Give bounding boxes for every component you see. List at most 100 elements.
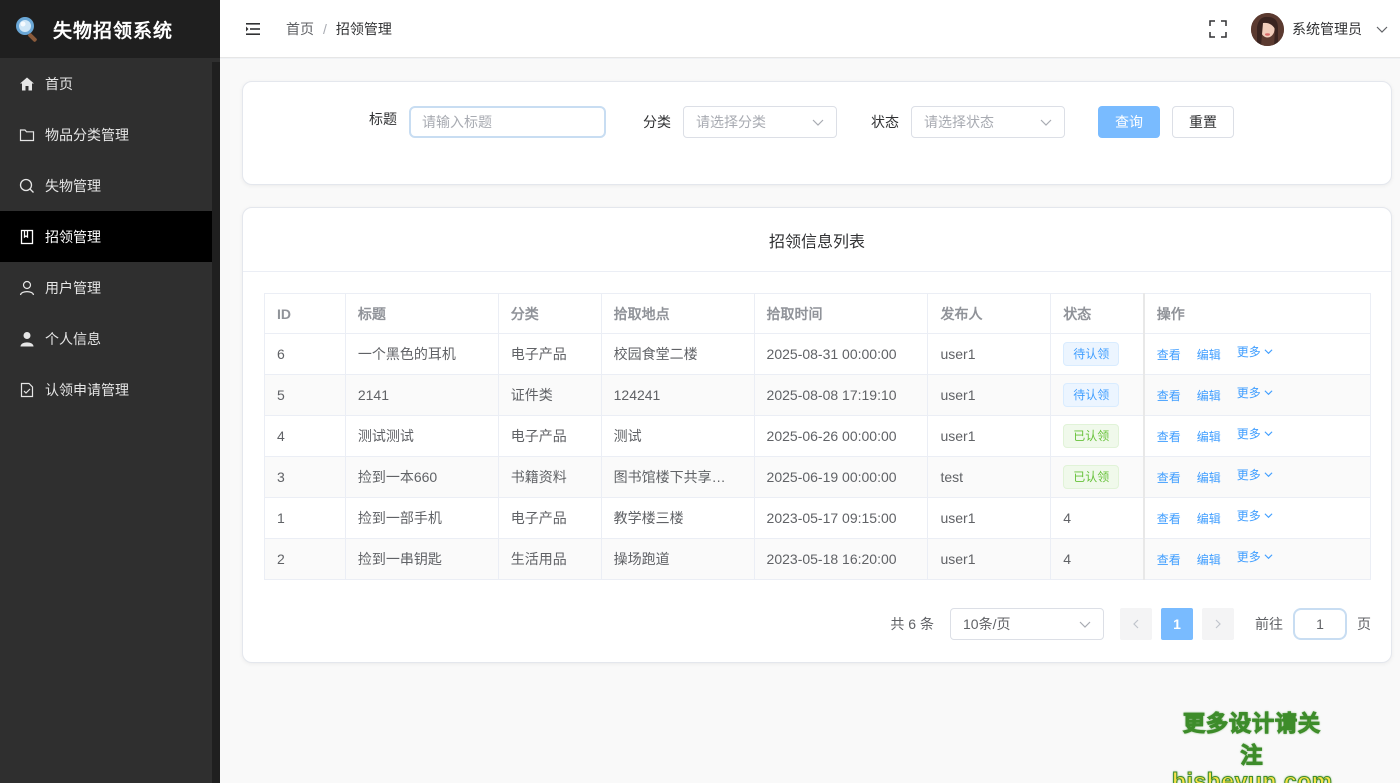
reset-button[interactable]: 重置 — [1172, 106, 1234, 138]
cell-id: 6 — [264, 333, 346, 375]
cell-category: 生活用品 — [497, 538, 602, 580]
sidebar: 失物招领系统 首页物品分类管理失物管理招领管理用户管理个人信息认领申请管理 — [0, 0, 220, 783]
more-dropdown[interactable]: 更多 — [1237, 509, 1273, 523]
table-row: 6 一个黑色的耳机 电子产品 校园食堂二楼 2025-08-31 00:00:00 use… — [264, 333, 1371, 375]
view-button[interactable]: 查看 — [1157, 471, 1181, 485]
column-header: 分类 — [497, 293, 602, 334]
status-label: 状态 — [871, 114, 899, 130]
search-icon — [19, 178, 35, 194]
status-badge: 待认领 — [1063, 383, 1120, 407]
chevron-down-icon — [1264, 552, 1273, 564]
sidebar-menu: 首页物品分类管理失物管理招领管理用户管理个人信息认领申请管理 — [0, 58, 212, 415]
more-dropdown[interactable]: 更多 — [1237, 550, 1273, 564]
prev-page-button[interactable] — [1120, 608, 1152, 640]
page-size-select[interactable]: 10条/页 — [950, 608, 1104, 640]
cell-publisher: user1 — [927, 538, 1052, 580]
more-label: 更多 — [1236, 508, 1261, 523]
query-button[interactable]: 查询 — [1098, 106, 1160, 138]
breadcrumb-home[interactable]: 首页 — [286, 19, 314, 39]
edit-button[interactable]: 编辑 — [1197, 512, 1221, 526]
view-button[interactable]: 查看 — [1157, 512, 1181, 526]
sidebar-item-label: 首页 — [45, 75, 73, 92]
chevron-down-icon — [812, 119, 824, 126]
goto-page-input[interactable]: 1 — [1293, 608, 1347, 640]
cell-category: 电子产品 — [497, 415, 602, 457]
cell-category: 电子产品 — [497, 497, 602, 539]
username[interactable]: 系统管理员 — [1292, 19, 1362, 39]
edit-button[interactable]: 编辑 — [1197, 348, 1221, 362]
more-dropdown[interactable]: 更多 — [1237, 427, 1273, 441]
category-label: 分类 — [643, 114, 671, 130]
cell-actions: 查看 编辑 更多 — [1142, 374, 1371, 416]
chevron-down-icon — [1040, 119, 1052, 126]
status-select[interactable]: 请选择状态 — [911, 106, 1065, 138]
sidebar-item-3[interactable]: 招领管理 — [0, 211, 212, 262]
status-badge: 已认领 — [1063, 465, 1120, 489]
more-dropdown[interactable]: 更多 — [1237, 345, 1273, 359]
cell-time: 2023-05-18 16:20:00 — [753, 538, 929, 580]
more-label: 更多 — [1236, 344, 1261, 359]
search-panel: 标题 请输入标题 分类 请选择分类 状态 请选择状态 查询 重置 — [242, 81, 1392, 185]
table-row: 1 捡到一部手机 电子产品 教学楼三楼 2023-05-17 09:15:00 user1… — [264, 497, 1371, 539]
breadcrumb-current: 招领管理 — [335, 20, 392, 37]
cell-status: 4 — [1050, 497, 1145, 539]
more-dropdown[interactable]: 更多 — [1237, 386, 1273, 400]
page-suffix: 页 — [1357, 616, 1371, 632]
pagination-total: 共 6 条 — [890, 616, 934, 632]
view-button[interactable]: 查看 — [1157, 348, 1181, 362]
cell-status: 待认领 — [1050, 333, 1145, 375]
sidebar-item-6[interactable]: 认领申请管理 — [0, 364, 212, 415]
view-button[interactable]: 查看 — [1157, 553, 1181, 567]
fullscreen-icon[interactable] — [1209, 20, 1227, 38]
column-header: 状态 — [1050, 293, 1145, 334]
column-header: 拾取地点 — [600, 293, 755, 334]
view-button[interactable]: 查看 — [1157, 430, 1181, 444]
edit-button[interactable]: 编辑 — [1197, 553, 1221, 567]
cell-title: 2141 — [344, 374, 499, 416]
sidebar-item-label: 认领申请管理 — [45, 381, 129, 398]
sidebar-item-label: 物品分类管理 — [45, 126, 129, 143]
title-label: 标题 — [369, 111, 397, 127]
goto-label: 前往 — [1255, 616, 1283, 632]
more-dropdown[interactable]: 更多 — [1237, 468, 1273, 482]
chevron-down-icon — [1264, 347, 1273, 359]
cell-category: 电子产品 — [497, 333, 602, 375]
main-content: 标题 请输入标题 分类 请选择分类 状态 请选择状态 查询 重置 招领信息列表 — [220, 59, 1400, 783]
avatar[interactable] — [1251, 12, 1284, 46]
sidebar-item-label: 招领管理 — [45, 228, 101, 245]
next-page-button[interactable] — [1202, 608, 1234, 640]
chevron-down-icon — [1264, 429, 1273, 441]
sidebar-scrollbar[interactable] — [212, 62, 220, 783]
chevron-down-icon[interactable] — [1376, 23, 1388, 35]
top-header: 首页 / 招领管理 系统管理员 — [220, 0, 1400, 58]
sidebar-item-1[interactable]: 物品分类管理 — [0, 109, 212, 160]
cell-location: 124241 — [600, 374, 755, 416]
cell-location: 教学楼三楼 — [600, 497, 755, 539]
cell-publisher: user1 — [927, 333, 1052, 375]
cell-status: 已认领 — [1050, 415, 1145, 457]
cell-actions: 查看 编辑 更多 — [1142, 333, 1371, 375]
edit-button[interactable]: 编辑 — [1197, 471, 1221, 485]
cell-time: 2025-08-31 00:00:00 — [753, 333, 929, 375]
page-number-current[interactable]: 1 — [1161, 608, 1193, 640]
category-select[interactable]: 请选择分类 — [683, 106, 837, 138]
edit-button[interactable]: 编辑 — [1197, 430, 1221, 444]
sidebar-item-4[interactable]: 用户管理 — [0, 262, 212, 313]
view-button[interactable]: 查看 — [1157, 389, 1181, 403]
edit-button[interactable]: 编辑 — [1197, 389, 1221, 403]
table-row: 2 捡到一串钥匙 生活用品 操场跑道 2023-05-18 16:20:00 user1 4… — [264, 538, 1371, 580]
title-input[interactable]: 请输入标题 — [409, 106, 606, 138]
cell-publisher: user1 — [927, 415, 1052, 457]
table-row: 3 捡到一本660 书籍资料 图书馆楼下共享… 2025-06-19 00:00:00 t… — [264, 456, 1371, 498]
sidebar-item-5[interactable]: 个人信息 — [0, 313, 212, 364]
sidebar-item-label: 用户管理 — [45, 279, 101, 296]
collapse-menu-icon[interactable] — [246, 22, 260, 36]
app-title: 失物招领系统 — [53, 20, 174, 42]
column-header: 操作 — [1142, 293, 1371, 334]
magnifier-logo-icon — [16, 17, 37, 42]
cell-title: 捡到一本660 — [344, 456, 499, 498]
chevron-down-icon — [1264, 511, 1273, 523]
status-badge: 4 — [1063, 551, 1072, 567]
sidebar-item-2[interactable]: 失物管理 — [0, 160, 212, 211]
sidebar-item-0[interactable]: 首页 — [0, 58, 212, 109]
